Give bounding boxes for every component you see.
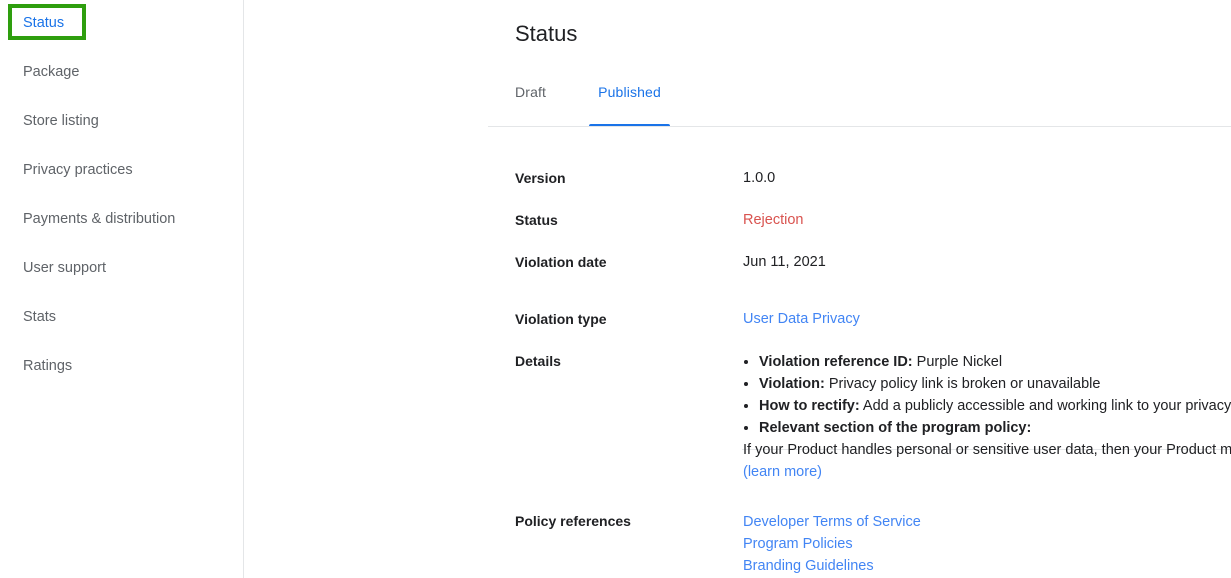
policy-link-branding-guidelines[interactable]: Branding Guidelines [743, 555, 921, 577]
learn-more-link[interactable]: (learn more) [743, 464, 822, 480]
sidebar-item-label: Store listing [23, 113, 99, 129]
tab-draft[interactable]: Draft [515, 84, 546, 127]
list-item: Violation: Privacy policy link is broken… [759, 373, 1231, 395]
bullet-term: Violation: [759, 376, 825, 392]
app-root: Status Package Store listing Privacy pra… [0, 0, 1231, 578]
main-content: Status Draft Published Version 1.0.0 Sta… [244, 0, 1231, 578]
detail-value-violation-date: Jun 11, 2021 [743, 254, 826, 270]
detail-value-version: 1.0.0 [743, 170, 776, 186]
sidebar-item-privacy-practices[interactable]: Privacy practices [23, 162, 133, 179]
tab-label: Draft [515, 84, 547, 100]
detail-label-status: Status [515, 212, 558, 228]
tab-label: Published [598, 84, 661, 100]
sidebar-item-label: User support [23, 260, 107, 276]
sidebar-item-payments-distribution[interactable]: Payments & distribution [23, 211, 175, 228]
sidebar-item-user-support[interactable]: User support [23, 260, 106, 277]
bullet-text: Privacy policy link is broken or unavail… [824, 376, 1101, 392]
detail-row-violation-type: Violation type User Data Privacy [244, 309, 1231, 450]
policy-link-program-policies[interactable]: Program Policies [743, 533, 921, 555]
list-item: Violation reference ID: Purple Nickel [759, 351, 1231, 373]
detail-row-version: Version 1.0.0 [244, 168, 1231, 188]
bullet-term: How to rectify: [759, 398, 860, 414]
detail-label-violation-type: Violation type [515, 311, 607, 327]
sidebar-item-label: Package [23, 64, 80, 80]
sidebar-item-label: Payments & distribution [23, 211, 176, 227]
bullet-term: Relevant section of the program policy: [759, 420, 1032, 436]
tab-bar-divider [488, 126, 1231, 127]
status-detail-panel: Version 1.0.0 Status Rejection Violation… [244, 150, 1231, 577]
detail-row-status: Status Rejection [244, 210, 1231, 230]
bullet-term: Violation reference ID: [759, 354, 913, 370]
bullet-text: Purple Nickel [912, 354, 1003, 370]
tab-published[interactable]: Published [589, 84, 670, 127]
detail-label-policy-references: Policy references [515, 513, 631, 529]
page-title: Status [515, 21, 578, 46]
status-badge: Rejection [743, 212, 804, 228]
list-item: Relevant section of the program policy: I… [743, 417, 1231, 483]
detail-label-version: Version [515, 170, 566, 186]
detail-value-violation-type: User Data Privacy [743, 309, 876, 329]
sidebar-item-label: Stats [23, 309, 57, 325]
sidebar-item-ratings[interactable]: Ratings [23, 358, 72, 375]
policy-reference-link-list: Developer Terms of Service Program Polic… [743, 511, 937, 577]
detail-row-violation-date: Violation date Jun 11, 2021 [244, 252, 1231, 272]
sidebar-item-stats[interactable]: Stats [23, 309, 56, 326]
detail-row-details: Details Violation reference ID: Purple N… [244, 351, 1231, 483]
list-item: How to rectify: Add a publicly accessibl… [759, 395, 1231, 417]
policy-link-developer-terms[interactable]: Developer Terms of Service [743, 511, 921, 533]
policy-excerpt-text: If your Product handles personal or sens… [743, 442, 1231, 458]
detail-row-policy-references: Policy references Developer Terms of Ser… [244, 511, 1231, 577]
sidebar-item-package[interactable]: Package [23, 64, 79, 81]
sidebar-item-label: Ratings [23, 358, 73, 374]
tab-bar: Draft Published [515, 84, 670, 127]
detail-label-details: Details [515, 353, 561, 369]
sidebar-item-status[interactable]: Status [23, 15, 64, 32]
bullet-text: Add a publicly accessible and working li… [862, 398, 1231, 414]
sidebar-item-label: Status [23, 15, 65, 31]
detail-label-violation-date: Violation date [515, 254, 607, 270]
sidebar-item-store-listing[interactable]: Store listing [23, 113, 99, 130]
sidebar-item-label: Privacy practices [23, 162, 133, 178]
sidebar-nav: Status Package Store listing Privacy pra… [0, 0, 244, 578]
violation-type-link[interactable]: User Data Privacy [743, 311, 860, 327]
violation-details-list: Violation reference ID: Purple Nickel Vi… [743, 351, 1231, 483]
detail-value-details: Violation reference ID: Purple Nickel Vi… [743, 351, 1231, 483]
